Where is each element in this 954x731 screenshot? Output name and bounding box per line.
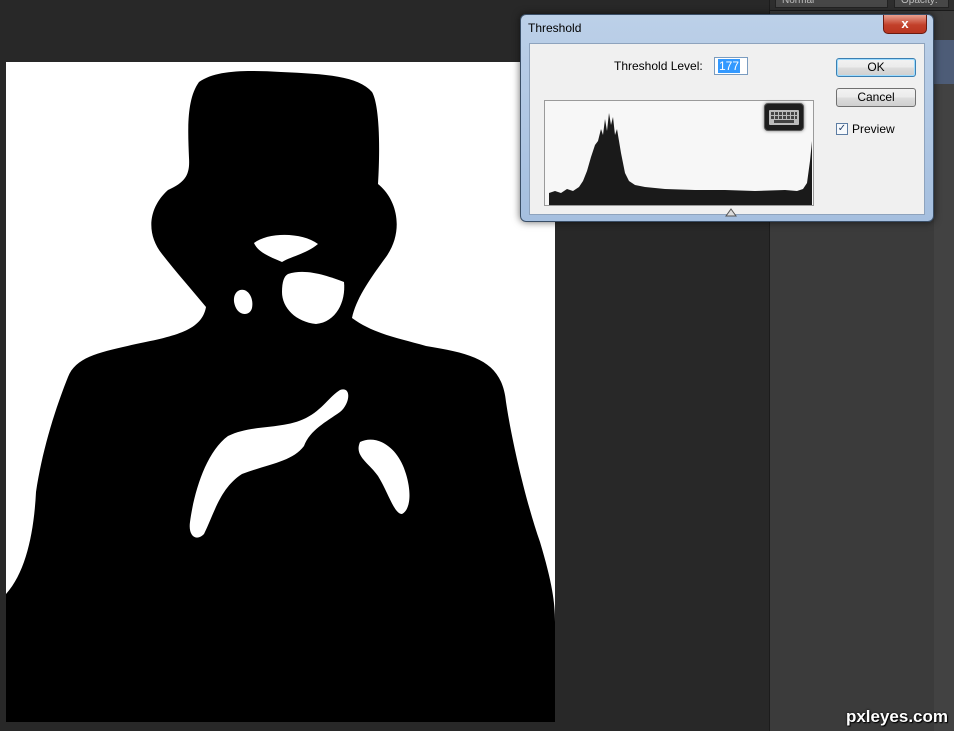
threshold-silhouette-image [6, 71, 555, 722]
layer-selected-strip[interactable] [934, 40, 954, 84]
threshold-level-input[interactable]: 177 [714, 57, 748, 75]
threshold-dialog: Threshold x Threshold Level: 177 OK Canc… [520, 14, 934, 222]
watermark: pxleyes.com [845, 707, 948, 726]
opacity-label: Opacity: [894, 0, 949, 8]
preview-checkbox[interactable]: ✓ [836, 123, 848, 135]
threshold-slider-icon[interactable] [725, 208, 737, 217]
panel-scrollbar[interactable] [934, 84, 954, 731]
threshold-level-value: 177 [718, 59, 741, 73]
blend-mode-dropdown[interactable]: Normal [775, 0, 888, 8]
image-canvas[interactable] [6, 62, 555, 722]
keyboard-icon [764, 103, 804, 131]
preview-label: Preview [852, 122, 895, 136]
close-icon: x [901, 16, 909, 31]
close-button[interactable]: x [883, 15, 927, 34]
dialog-title: Threshold [528, 21, 582, 35]
ok-button[interactable]: OK [836, 58, 916, 77]
cancel-button[interactable]: Cancel [836, 88, 916, 107]
dialog-body: Threshold Level: 177 OK Cancel ✓ Preview [529, 43, 925, 217]
threshold-level-label: Threshold Level: [614, 59, 703, 73]
